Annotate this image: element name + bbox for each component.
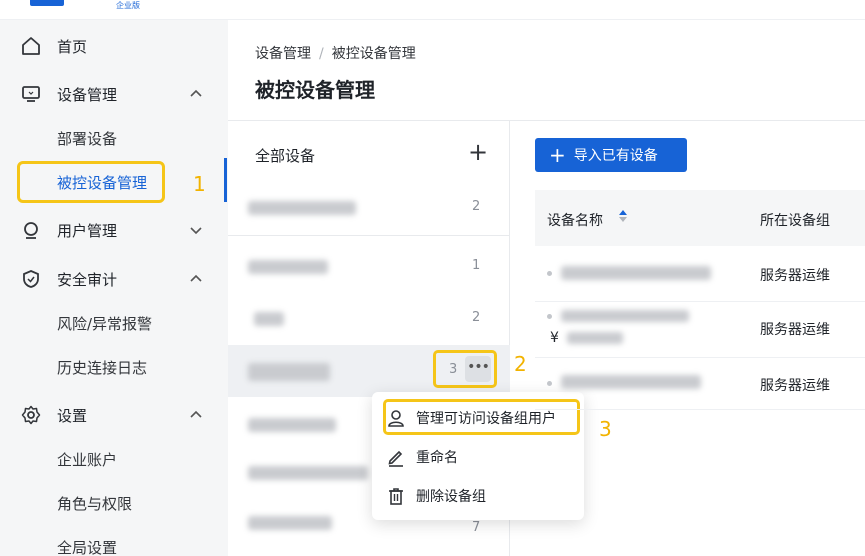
plus-icon: + <box>549 143 566 167</box>
redacted-group-name <box>254 312 284 326</box>
sidebar-item-label: 用户管理 <box>57 221 118 240</box>
column-header-device-name[interactable]: 设备名称 <box>547 210 603 230</box>
device-name-prefix: ¥ <box>550 330 559 346</box>
home-icon <box>20 35 42 57</box>
redacted-group-name <box>248 260 328 274</box>
divider <box>228 235 510 236</box>
redacted-group-name <box>248 363 330 381</box>
edition-label: 企业版 <box>116 1 140 10</box>
sidebar-scroll-indicator[interactable] <box>224 158 227 202</box>
redacted-group-name <box>248 201 356 215</box>
group-device-count: 2 <box>472 199 481 214</box>
sidebar-item-risk-alerts[interactable]: 风险/异常报警 <box>0 303 222 343</box>
trash-icon <box>389 488 403 505</box>
chevron-down-icon <box>190 227 202 235</box>
redacted-device-name <box>561 310 689 322</box>
group-device-count: 7 <box>472 520 481 535</box>
breadcrumb: 设备管理 / 被控设备管理 <box>255 43 416 63</box>
redacted-group-name <box>248 466 368 480</box>
step-marker-1: 1 <box>193 172 206 196</box>
sidebar-item-label: 首页 <box>57 37 88 56</box>
import-device-button[interactable]: + 导入已有设备 <box>535 138 687 172</box>
breadcrumb-parent[interactable]: 设备管理 <box>255 46 311 62</box>
device-group-cell: 服务器运维 <box>760 268 830 284</box>
sidebar-item-user-management[interactable]: 用户管理 <box>0 210 222 250</box>
status-dot <box>547 381 552 386</box>
redacted-device-name <box>561 266 711 280</box>
menu-item-delete-group[interactable]: 删除设备组 <box>372 478 584 514</box>
sidebar-item-label: 安全审计 <box>57 270 118 289</box>
group-device-count: 1 <box>472 258 481 273</box>
device-group-cell: 服务器运维 <box>760 322 830 338</box>
highlight-box-step1 <box>17 161 165 203</box>
sidebar-item-label: 角色与权限 <box>57 494 133 513</box>
breadcrumb-current: 被控设备管理 <box>331 46 416 62</box>
group-row[interactable]: 2 <box>228 290 510 342</box>
sidebar-item-label: 设置 <box>57 406 88 425</box>
group-device-count: 2 <box>472 310 481 325</box>
group-row[interactable] <box>228 450 372 502</box>
sidebar-item-label: 设备管理 <box>57 85 118 104</box>
menu-item-rename[interactable]: 重命名 <box>372 439 584 475</box>
sidebar-item-global-settings[interactable]: 全局设置 <box>0 527 222 556</box>
device-group-cell: 服务器运维 <box>760 378 830 394</box>
redacted-device-name <box>567 332 623 344</box>
table-row[interactable]: 服务器运维 <box>535 246 865 302</box>
table-row[interactable]: ¥ 服务器运维 <box>535 302 865 358</box>
gear-icon <box>20 404 42 426</box>
step-marker-3: 3 <box>599 417 612 441</box>
all-devices-label[interactable]: 全部设备 <box>255 145 315 166</box>
table-row[interactable]: 服务器运维 <box>535 358 865 410</box>
status-dot <box>547 271 552 276</box>
more-actions-button[interactable]: ••• <box>465 356 491 382</box>
sidebar-item-enterprise-account[interactable]: 企业账户 <box>0 439 222 479</box>
app-window: 企业版 首页 设备管理 部署设备 被控设备管理 1 用户管理 安全审计 风险/异… <box>0 0 865 556</box>
sort-icon[interactable] <box>618 208 628 224</box>
monitor-icon <box>20 83 42 105</box>
import-device-label: 导入已有设备 <box>573 148 658 164</box>
redacted-device-name <box>561 375 701 389</box>
chevron-up-icon <box>190 89 202 97</box>
menu-item-label: 删除设备组 <box>416 489 486 505</box>
column-header-device-group[interactable]: 所在设备组 <box>760 210 830 230</box>
menu-item-label: 重命名 <box>416 450 458 466</box>
group-row[interactable]: 1 <box>228 238 510 290</box>
add-group-button[interactable]: + <box>468 140 488 164</box>
chevron-up-icon <box>190 274 202 282</box>
sidebar-item-label: 历史连接日志 <box>57 358 148 377</box>
user-circle-icon <box>20 219 42 241</box>
sidebar-item-label: 全局设置 <box>57 538 118 556</box>
redacted-group-name <box>248 516 332 530</box>
sidebar-item-label: 风险/异常报警 <box>57 314 153 333</box>
group-row[interactable]: 2 <box>228 181 510 233</box>
page-title: 被控设备管理 <box>255 78 375 102</box>
sidebar-item-security-audit[interactable]: 安全审计 <box>0 259 222 299</box>
redacted-group-name <box>248 418 336 432</box>
brand-logo <box>30 0 64 6</box>
sidebar-item-device-management[interactable]: 设备管理 <box>0 74 222 114</box>
sidebar-item-roles-permissions[interactable]: 角色与权限 <box>0 483 222 523</box>
breadcrumb-separator: / <box>319 46 324 62</box>
sidebar-item-history-log[interactable]: 历史连接日志 <box>0 347 222 387</box>
step-marker-2: 2 <box>514 352 527 376</box>
table-header: 设备名称 所在设备组 <box>535 190 865 246</box>
top-bar: 企业版 <box>0 0 865 20</box>
status-dot <box>547 314 552 319</box>
sidebar-item-deploy-device[interactable]: 部署设备 <box>0 118 222 158</box>
sidebar-item-label: 企业账户 <box>57 450 118 469</box>
edit-pencil-icon <box>388 450 403 467</box>
group-row[interactable] <box>228 398 372 450</box>
shield-icon <box>20 268 42 290</box>
chevron-up-icon <box>190 410 202 418</box>
sidebar-item-home[interactable]: 首页 <box>0 26 222 66</box>
sidebar-item-settings[interactable]: 设置 <box>0 395 222 435</box>
sidebar-item-label: 部署设备 <box>57 129 118 148</box>
group-device-count: 3 <box>449 362 458 377</box>
